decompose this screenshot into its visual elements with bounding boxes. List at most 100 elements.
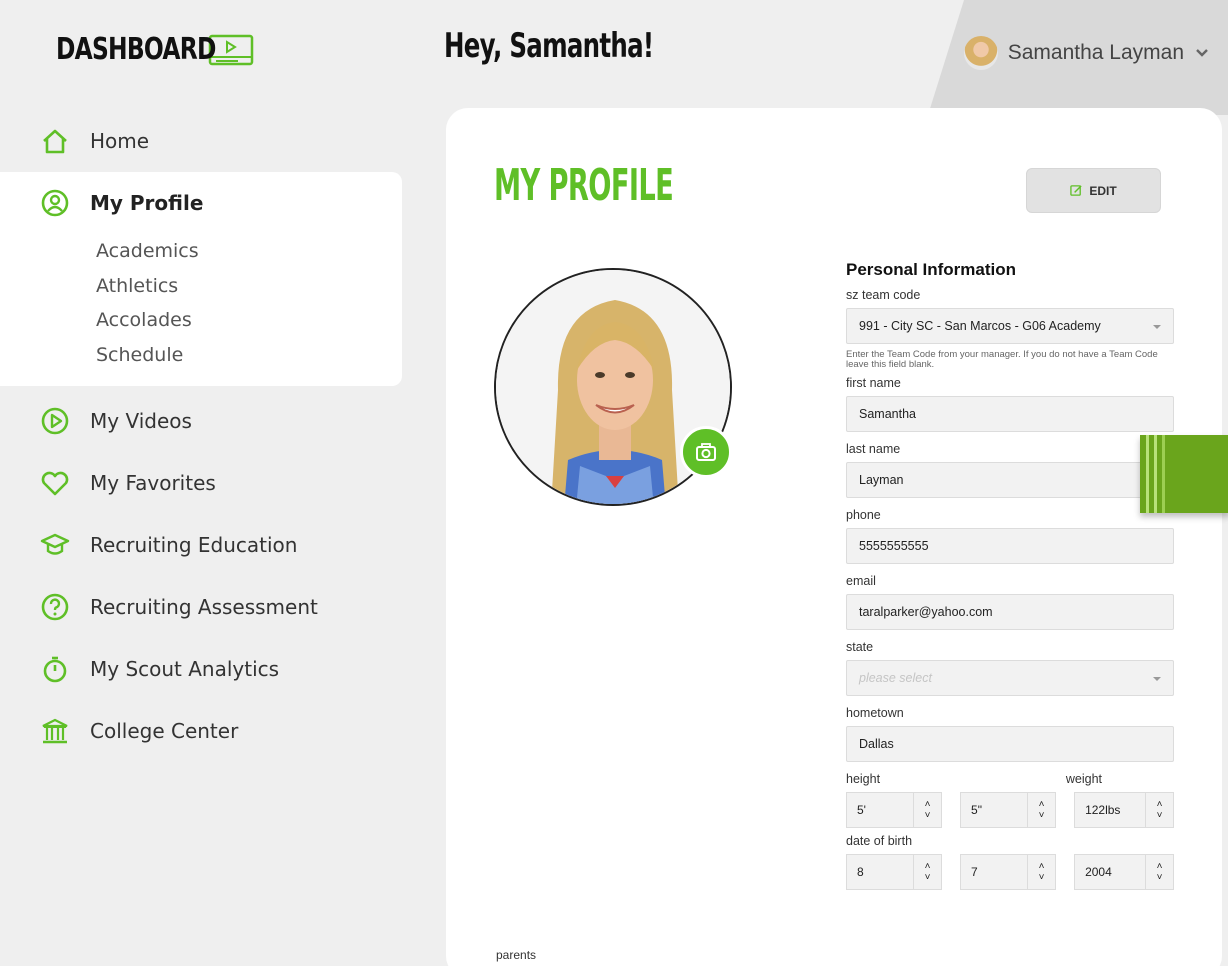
sidebar-item-recruiting-assessment[interactable]: Recruiting Assessment bbox=[0, 576, 402, 638]
state-label: state bbox=[846, 640, 874, 654]
chevron-down-icon: ˅ bbox=[1156, 872, 1163, 883]
sidebar-item-label: My Profile bbox=[90, 191, 204, 215]
phone-field[interactable]: 5555555555 bbox=[846, 528, 1174, 564]
email-field[interactable]: taralparker@yahoo.com bbox=[846, 594, 1174, 630]
sidebar-item-label: Home bbox=[90, 129, 150, 153]
chevron-up-icon: ˄ bbox=[1156, 861, 1163, 872]
state-placeholder: please select bbox=[859, 671, 932, 685]
subnav-item-athletics[interactable]: Athletics bbox=[96, 269, 402, 304]
user-circle-icon bbox=[38, 186, 72, 220]
edit-button[interactable]: EDIT bbox=[1026, 168, 1161, 213]
phone-value: 5555555555 bbox=[859, 539, 929, 553]
sidebar-item-recruiting-education[interactable]: Recruiting Education bbox=[0, 514, 402, 576]
sidebar-item-scout-analytics[interactable]: My Scout Analytics bbox=[0, 638, 402, 700]
height-label: height bbox=[846, 772, 881, 786]
greeting: Hey, Samantha! bbox=[444, 26, 654, 66]
profile-subnav: Academics Athletics Accolades Schedule bbox=[0, 234, 402, 372]
app-frame: DASHBOARD Hey, Samantha! Samantha Layman… bbox=[0, 0, 1228, 966]
stepper-arrows[interactable]: ˄ ˅ bbox=[913, 855, 941, 889]
email-label: email bbox=[846, 574, 876, 588]
stepper-arrows[interactable]: ˄ ˅ bbox=[1027, 793, 1055, 827]
weight-value: 122lbs bbox=[1085, 803, 1121, 817]
sidebar-item-label: My Scout Analytics bbox=[90, 657, 280, 681]
avatar bbox=[963, 36, 998, 70]
play-circle-icon bbox=[38, 404, 72, 438]
dob-year-stepper[interactable]: 2004 ˄ ˅ bbox=[1074, 854, 1174, 890]
state-select[interactable]: please select bbox=[846, 660, 1174, 696]
sidebar-item-my-favorites[interactable]: My Favorites bbox=[0, 452, 402, 514]
sidebar-active-section: My Profile Academics Athletics Accolades… bbox=[0, 172, 402, 386]
subnav-item-accolades[interactable]: Accolades bbox=[96, 303, 402, 338]
height-feet-stepper[interactable]: 5' ˄ ˅ bbox=[846, 792, 943, 828]
sidebar-item-label: My Favorites bbox=[90, 471, 216, 495]
sidebar-item-home[interactable]: Home bbox=[0, 110, 402, 172]
height-inches-value: 5" bbox=[971, 803, 982, 817]
heart-icon bbox=[38, 466, 72, 500]
team-code-label: sz team code bbox=[846, 288, 921, 302]
height-feet-value: 5' bbox=[857, 803, 866, 817]
dob-day-stepper[interactable]: 7 ˄ ˅ bbox=[960, 854, 1057, 890]
team-code-value: 991 - City SC - San Marcos - G06 Academy bbox=[859, 319, 1101, 333]
dob-year-value: 2004 bbox=[1085, 865, 1112, 879]
first-name-label: first name bbox=[846, 376, 901, 390]
profile-card: MY PROFILE EDIT Personal Information sz … bbox=[446, 108, 1222, 966]
subnav-item-academics[interactable]: Academics bbox=[96, 234, 402, 269]
sidebar-item-my-profile[interactable]: My Profile bbox=[0, 172, 402, 234]
chevron-down-icon bbox=[1196, 49, 1208, 57]
last-name-value: Layman bbox=[859, 473, 904, 487]
camera-icon bbox=[696, 443, 716, 461]
sidebar-item-college-center[interactable]: College Center bbox=[0, 700, 402, 762]
dob-month-value: 8 bbox=[857, 865, 864, 879]
chevron-up-icon: ˄ bbox=[1038, 799, 1045, 810]
dob-day-value: 7 bbox=[971, 865, 978, 879]
chevron-up-icon: ˄ bbox=[1038, 861, 1045, 872]
subnav-item-schedule[interactable]: Schedule bbox=[96, 338, 402, 373]
weight-stepper[interactable]: 122lbs ˄ ˅ bbox=[1074, 792, 1174, 828]
chevron-down-icon: ˅ bbox=[1038, 872, 1045, 883]
graduation-cap-icon bbox=[38, 528, 72, 562]
last-name-field[interactable]: Layman bbox=[846, 462, 1174, 498]
personal-info-form: Personal Information sz team code 991 - … bbox=[846, 260, 1174, 894]
chevron-down-icon: ˅ bbox=[1038, 810, 1045, 821]
hometown-field[interactable]: Dallas bbox=[846, 726, 1174, 762]
dob-month-stepper[interactable]: 8 ˄ ˅ bbox=[846, 854, 943, 890]
chevron-down-icon: ˅ bbox=[924, 872, 931, 883]
height-inches-stepper[interactable]: 5" ˄ ˅ bbox=[960, 792, 1057, 828]
height-weight-labels: height weight bbox=[846, 770, 1174, 792]
feedback-tab[interactable] bbox=[1140, 435, 1228, 513]
parents-label: parents bbox=[496, 948, 537, 962]
stepper-arrows[interactable]: ˄ ˅ bbox=[1027, 855, 1055, 889]
chevron-down-icon: ˅ bbox=[1156, 810, 1163, 821]
hometown-value: Dallas bbox=[859, 737, 894, 751]
chevron-up-icon: ˄ bbox=[924, 799, 931, 810]
last-name-label: last name bbox=[846, 442, 901, 456]
sidebar: Home My Profile Academics Athletics Acco… bbox=[0, 110, 402, 762]
dob-row: 8 ˄ ˅ 7 ˄ ˅ 2004 ˄ ˅ bbox=[846, 854, 1174, 890]
chevron-up-icon: ˄ bbox=[1156, 799, 1163, 810]
brand-title: DASHBOARD bbox=[56, 32, 216, 67]
phone-label: phone bbox=[846, 508, 881, 522]
change-photo-button[interactable] bbox=[680, 426, 732, 478]
user-menu[interactable]: Samantha Layman bbox=[963, 36, 1210, 70]
sidebar-item-my-videos[interactable]: My Videos bbox=[0, 390, 402, 452]
edit-icon bbox=[1070, 185, 1082, 196]
stepper-arrows[interactable]: ˄ ˅ bbox=[1145, 855, 1173, 889]
page-title: MY PROFILE bbox=[494, 160, 674, 211]
first-name-field[interactable]: Samantha bbox=[846, 396, 1174, 432]
team-code-select[interactable]: 991 - City SC - San Marcos - G06 Academy bbox=[846, 308, 1174, 344]
first-name-value: Samantha bbox=[859, 407, 916, 421]
stopwatch-icon bbox=[38, 652, 72, 686]
stepper-arrows[interactable]: ˄ ˅ bbox=[1145, 793, 1173, 827]
dob-label: date of birth bbox=[846, 834, 913, 848]
question-circle-icon bbox=[38, 590, 72, 624]
institution-icon bbox=[38, 714, 72, 748]
brand[interactable]: DASHBOARD bbox=[56, 32, 254, 67]
height-weight-row: 5' ˄ ˅ 5" ˄ ˅ 122lbs ˄ ˅ bbox=[846, 792, 1174, 828]
sidebar-item-label: Recruiting Education bbox=[90, 533, 298, 557]
home-icon bbox=[38, 124, 72, 158]
sidebar-item-label: Recruiting Assessment bbox=[90, 595, 318, 619]
edit-button-label: EDIT bbox=[1089, 183, 1117, 198]
chevron-up-icon: ˄ bbox=[924, 861, 931, 872]
stepper-arrows[interactable]: ˄ ˅ bbox=[913, 793, 941, 827]
chevron-down-icon: ˅ bbox=[924, 810, 931, 821]
